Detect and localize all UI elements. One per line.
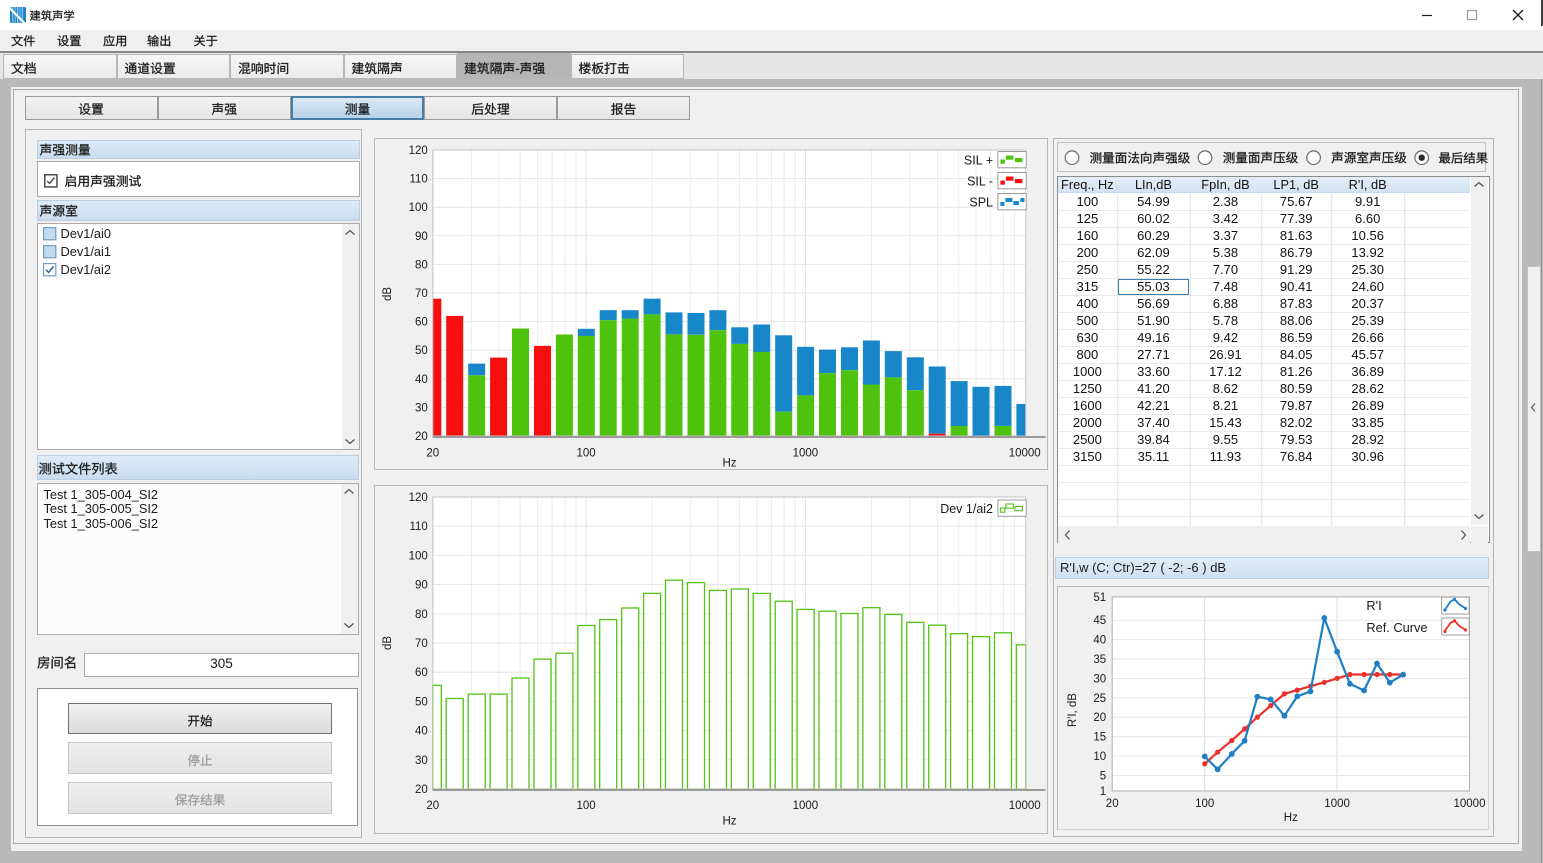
svg-text:dB: dB <box>382 287 394 301</box>
svg-text:10: 10 <box>1093 751 1106 763</box>
svg-text:90: 90 <box>415 231 428 243</box>
svg-text:110: 110 <box>409 174 427 186</box>
svg-text:SIL -: SIL - <box>967 175 993 189</box>
svg-text:20: 20 <box>415 784 428 796</box>
svg-text:45: 45 <box>1093 615 1106 627</box>
svg-text:100: 100 <box>408 550 427 562</box>
svg-text:20: 20 <box>426 448 439 460</box>
svg-text:SPL: SPL <box>969 196 993 210</box>
svg-text:20: 20 <box>426 800 439 812</box>
svg-text:30: 30 <box>415 402 428 414</box>
svg-text:50: 50 <box>415 345 428 357</box>
svg-text:Dev 1/ai2: Dev 1/ai2 <box>940 502 993 516</box>
svg-text:1000: 1000 <box>792 800 818 812</box>
svg-text:70: 70 <box>415 288 428 300</box>
svg-text:50: 50 <box>415 696 428 708</box>
svg-text:60: 60 <box>415 317 428 329</box>
svg-text:10000: 10000 <box>1008 448 1040 460</box>
svg-text:110: 110 <box>409 521 427 533</box>
svg-text:120: 120 <box>408 145 427 157</box>
svg-text:10000: 10000 <box>1453 798 1485 810</box>
svg-text:1000: 1000 <box>792 448 818 460</box>
svg-text:100: 100 <box>576 800 595 812</box>
svg-text:Hz: Hz <box>722 458 736 470</box>
svg-text:Hz: Hz <box>1283 812 1297 824</box>
svg-text:20: 20 <box>415 431 428 443</box>
svg-text:100: 100 <box>1195 798 1214 810</box>
svg-text:80: 80 <box>415 609 428 621</box>
svg-text:R'I, dB: R'I, dB <box>1067 692 1079 726</box>
svg-text:10000: 10000 <box>1008 800 1040 812</box>
svg-text:100: 100 <box>408 202 427 214</box>
svg-text:80: 80 <box>415 259 428 271</box>
svg-text:dB: dB <box>382 636 394 650</box>
svg-text:20: 20 <box>1093 712 1106 724</box>
svg-text:40: 40 <box>415 726 428 738</box>
svg-text:51: 51 <box>1093 591 1106 603</box>
svg-text:40: 40 <box>1093 634 1106 646</box>
svg-text:60: 60 <box>415 667 428 679</box>
svg-text:70: 70 <box>415 638 428 650</box>
svg-text:40: 40 <box>415 374 428 386</box>
svg-text:35: 35 <box>1093 654 1106 666</box>
svg-text:SIL +: SIL + <box>963 154 992 168</box>
svg-text:5: 5 <box>1099 770 1105 782</box>
svg-text:30: 30 <box>415 755 428 767</box>
svg-text:15: 15 <box>1093 731 1106 743</box>
svg-text:1000: 1000 <box>1324 798 1350 810</box>
svg-text:Hz: Hz <box>722 816 736 828</box>
svg-text:R'I: R'I <box>1366 598 1381 613</box>
svg-text:120: 120 <box>408 492 427 504</box>
svg-text:25: 25 <box>1093 692 1106 704</box>
svg-text:Ref. Curve: Ref. Curve <box>1366 619 1427 634</box>
svg-text:20: 20 <box>1105 798 1118 810</box>
svg-text:30: 30 <box>1093 673 1106 685</box>
svg-text:1: 1 <box>1099 786 1105 798</box>
svg-text:90: 90 <box>415 580 428 592</box>
svg-text:100: 100 <box>576 448 595 460</box>
